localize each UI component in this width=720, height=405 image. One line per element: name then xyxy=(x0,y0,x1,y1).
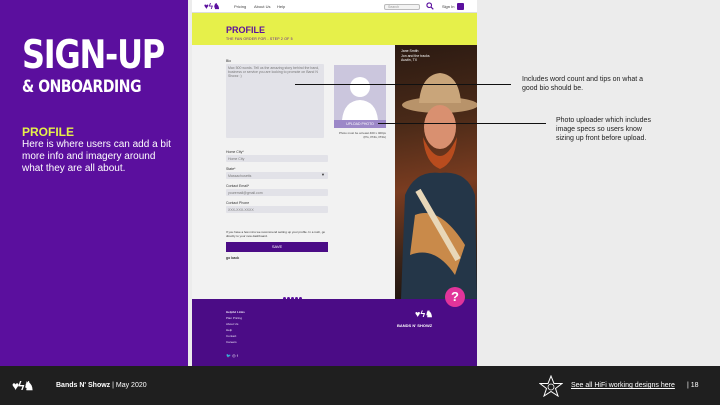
user-silhouette-icon xyxy=(342,77,378,120)
step-indicator: THE FAN ORDER FOR - STEP 2 OF 5 xyxy=(226,37,293,41)
state-select[interactable]: Massachusetts ▼ xyxy=(226,172,328,179)
help-bubble-icon[interactable]: ? xyxy=(445,287,465,307)
email-label: Contact Email* xyxy=(226,184,250,188)
footer-logo[interactable]: ♥ϟ♞ xyxy=(415,309,433,320)
section-body: Here is where users can add a bit more i… xyxy=(22,139,171,174)
mockup-header: PROFILE THE FAN ORDER FOR - STEP 2 OF 5 xyxy=(192,13,477,45)
nav-sign-in[interactable]: Sign In xyxy=(442,4,454,9)
page-title: PROFILE xyxy=(226,25,266,35)
footer-credit: Bands N' Showz | May 2020 xyxy=(56,382,147,389)
bio-label: Bio xyxy=(226,59,232,63)
mockup-nav: ♥ϟ♞ Pricing About Us Help Search Sign In xyxy=(192,0,477,13)
avatar[interactable] xyxy=(457,3,464,10)
photo-specs: Photo must be at least 400 x 400px (PG, … xyxy=(338,131,386,139)
home-city-field[interactable]: Home City xyxy=(226,155,328,162)
footer-link-pricing[interactable]: Plan Pricing xyxy=(226,316,242,320)
chevron-down-icon: ▼ xyxy=(321,172,325,177)
page-number: | 18 xyxy=(687,382,699,389)
bio-note-line xyxy=(295,84,511,85)
footer-link-contact[interactable]: Contact xyxy=(226,334,236,338)
designs-link[interactable]: See all HiFi working designs here xyxy=(571,382,675,389)
setup-hint: If you have a few mins we recommend sett… xyxy=(226,230,326,238)
photo-placeholder[interactable] xyxy=(334,65,386,120)
footer-link-help[interactable]: Help xyxy=(226,328,232,332)
photo-note-line xyxy=(378,123,546,124)
section-heading: PROFILE xyxy=(22,125,75,139)
footer-link-careers[interactable]: Careers xyxy=(226,340,237,344)
photo-caption: Jane Smith Jon and the tracks Austin, TX xyxy=(401,49,430,62)
email-field[interactable]: youremail@gmail.com xyxy=(226,189,328,196)
brand-logo-icon: ♥ϟ♞ xyxy=(12,379,34,393)
nav-link-about[interactable]: About Us xyxy=(254,4,270,9)
nav-link-pricing[interactable]: Pricing xyxy=(234,4,246,9)
go-back-link[interactable]: go back xyxy=(226,256,239,260)
star-icon xyxy=(539,375,563,397)
save-button[interactable]: SAVE xyxy=(226,242,328,252)
footer-heading: Helpful Links xyxy=(226,310,245,314)
state-label: State* xyxy=(226,167,236,171)
slide-subtitle: & ONBOARDING xyxy=(22,77,142,97)
mockup-footer: Helpful Links Plan Pricing About Us Help… xyxy=(192,299,477,366)
footer-brand: BANDS N' SHOWZ xyxy=(397,323,433,328)
footer-link-about[interactable]: About Us xyxy=(226,322,238,326)
nav-search-input[interactable]: Search xyxy=(384,4,420,10)
bio-annotation: Includes word count and tips on what a g… xyxy=(522,76,644,92)
state-value: Massachusetts xyxy=(228,174,252,178)
photo-annotation: Photo uploader which includes image spec… xyxy=(556,117,651,142)
phone-field[interactable]: XXX-XXX-XXXX xyxy=(226,206,328,213)
bottom-bar: ♥ϟ♞ Bands N' Showz | May 2020 See all Hi… xyxy=(0,366,720,405)
left-panel: SIGN-UP & ONBOARDING PROFILE Here is whe… xyxy=(0,0,188,366)
profile-mockup: ♥ϟ♞ Pricing About Us Help Search Sign In… xyxy=(192,0,477,366)
bio-textarea[interactable]: Max 500 words. Tell us the amazing story… xyxy=(226,64,324,138)
nav-link-help[interactable]: Help xyxy=(277,4,285,9)
home-city-label: Home City* xyxy=(226,150,244,154)
upload-photo-button[interactable]: UPLOAD PHOTO xyxy=(334,120,386,128)
search-icon[interactable] xyxy=(426,2,434,10)
social-icons[interactable]: 🐦 ◎ f xyxy=(226,353,238,358)
slide-title: SIGN-UP xyxy=(22,33,165,78)
nav-logo[interactable]: ♥ϟ♞ xyxy=(204,2,220,11)
phone-label: Contact Phone xyxy=(226,201,250,205)
